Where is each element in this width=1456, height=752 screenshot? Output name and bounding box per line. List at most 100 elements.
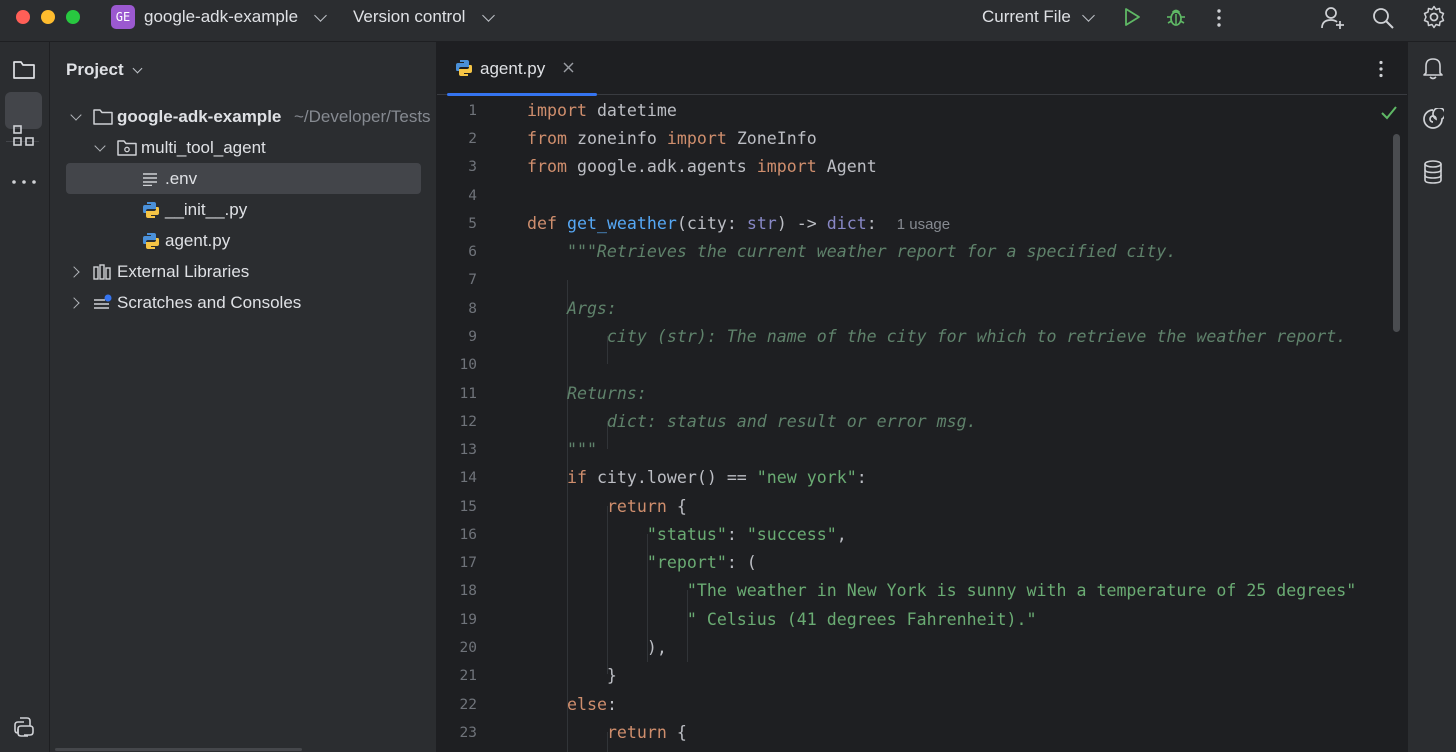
code-line[interactable]: return { (527, 493, 687, 521)
structure-icon[interactable] (13, 125, 35, 147)
search-icon[interactable] (1371, 6, 1395, 30)
left-tool-strip (0, 42, 50, 752)
code-line[interactable]: return { (527, 719, 687, 747)
notifications-bell-icon[interactable] (1422, 56, 1444, 80)
tree-item-label: __init__.py (165, 200, 248, 219)
debug-icon[interactable] (1165, 6, 1187, 28)
version-control-button[interactable]: Version control (353, 7, 465, 27)
line-number[interactable]: 19 (437, 612, 477, 628)
line-number[interactable]: 23 (437, 725, 477, 741)
line-number[interactable]: 22 (437, 697, 477, 713)
editor-tab-bar: agent.py (437, 42, 1407, 96)
line-number[interactable]: 21 (437, 668, 477, 684)
line-number[interactable]: 11 (437, 386, 477, 402)
add-user-icon[interactable] (1320, 5, 1346, 31)
code-line[interactable]: " Celsius (41 degrees Fahrenheit)." (527, 606, 1037, 634)
code-line[interactable]: from zoneinfo import ZoneInfo (527, 125, 817, 153)
line-number[interactable]: 9 (437, 329, 477, 345)
horizontal-scrollbar[interactable] (55, 748, 302, 751)
code-line[interactable]: else: (527, 691, 617, 719)
code-line[interactable]: "report": ( (527, 549, 757, 577)
line-number[interactable]: 1 (437, 103, 477, 119)
tab-agent-py[interactable]: agent.py (445, 42, 597, 96)
close-tab-icon[interactable] (563, 62, 574, 73)
project-name-button[interactable]: google-adk-example (144, 7, 298, 27)
no-problems-check-icon[interactable] (1381, 106, 1397, 120)
code-line[interactable]: """Retrieves the current weather report … (527, 238, 1176, 266)
line-number[interactable]: 16 (437, 527, 477, 543)
active-tab-indicator (447, 93, 597, 96)
code-line[interactable]: Args: (527, 295, 617, 323)
chevron-right-icon[interactable] (68, 297, 80, 309)
vertical-scrollbar-thumb[interactable] (1393, 134, 1400, 332)
more-actions-icon[interactable] (1212, 8, 1226, 28)
minimize-window-button[interactable] (41, 10, 55, 24)
tree-selection-highlight (66, 163, 421, 194)
folder-icon (93, 108, 113, 125)
line-number[interactable]: 7 (437, 272, 477, 288)
line-number[interactable]: 17 (437, 555, 477, 571)
code-line[interactable]: dict: status and result or error msg. (527, 408, 977, 436)
python-packages-icon[interactable] (12, 715, 36, 739)
zoom-window-button[interactable] (66, 10, 80, 24)
title-bar: GE google-adk-example Version control Cu… (0, 0, 1456, 42)
code-line[interactable]: if city.lower() == "new york": (527, 464, 867, 492)
tab-label: agent.py (480, 59, 546, 78)
chevron-right-icon[interactable] (68, 266, 80, 278)
line-number[interactable]: 4 (437, 188, 477, 204)
run-icon[interactable] (1122, 7, 1142, 27)
code-line[interactable]: } (527, 662, 617, 690)
project-chevron-down-icon[interactable] (314, 9, 327, 22)
folder-icon[interactable] (12, 59, 36, 81)
line-number[interactable]: 8 (437, 301, 477, 317)
python-file-icon (142, 232, 160, 250)
tree-item-label: .env (165, 169, 198, 188)
line-number[interactable]: 2 (437, 131, 477, 147)
python-file-icon (455, 59, 473, 77)
line-number[interactable]: 18 (437, 583, 477, 599)
more-tools-icon[interactable] (11, 178, 37, 186)
tree-item-path: ~/Developer/Tests (294, 107, 431, 126)
line-number[interactable]: 14 (437, 470, 477, 486)
package-folder-icon (117, 139, 137, 156)
vcs-chevron-down-icon[interactable] (482, 9, 495, 22)
code-line[interactable]: city (str): The name of the city for whi… (527, 323, 1346, 351)
line-number[interactable]: 20 (437, 640, 477, 656)
run-config-chevron-down-icon[interactable] (1082, 9, 1095, 22)
code-line[interactable]: "status": "success", (527, 521, 847, 549)
editor-more-icon[interactable] (1376, 60, 1386, 78)
project-badge[interactable]: GE (111, 5, 135, 29)
line-number[interactable]: 10 (437, 357, 477, 373)
code-line[interactable]: """ (527, 436, 597, 464)
tree-item-label: Scratches and Consoles (117, 293, 302, 312)
chevron-down-icon[interactable] (94, 140, 106, 152)
scratches-icon (93, 294, 113, 312)
code-line[interactable]: Returns: (527, 380, 647, 408)
tree-item-label: External Libraries (117, 262, 250, 281)
project-panel-title[interactable]: Project (66, 60, 124, 80)
code-line[interactable]: import datetime (527, 97, 677, 125)
line-number[interactable]: 5 (437, 216, 477, 232)
tree-item-label: multi_tool_agent (141, 138, 266, 157)
line-number[interactable]: 15 (437, 499, 477, 515)
right-tool-strip (1407, 42, 1456, 752)
database-icon[interactable] (1422, 160, 1444, 184)
code-line[interactable]: ), (527, 634, 667, 662)
ai-assistant-icon[interactable] (1422, 108, 1444, 130)
usages-inlay-hint[interactable]: 1 usage (897, 216, 950, 233)
tree-item-label: google-adk-example (117, 107, 282, 126)
line-number[interactable]: 13 (437, 442, 477, 458)
project-panel: Project google-adk-example ~/Developer/T… (50, 42, 437, 752)
chevron-down-icon[interactable] (70, 109, 82, 121)
code-line[interactable]: "The weather in New York is sunny with a… (527, 577, 1356, 605)
run-config-selector[interactable]: Current File (982, 7, 1071, 27)
tree-item-label: agent.py (165, 231, 231, 250)
code-line[interactable]: from google.adk.agents import Agent (527, 153, 877, 181)
line-number[interactable]: 3 (437, 159, 477, 175)
code-line[interactable]: def get_weather(city: str) -> dict: 1 us… (527, 210, 950, 238)
line-number[interactable]: 12 (437, 414, 477, 430)
line-number[interactable]: 6 (437, 244, 477, 260)
project-view-chevron-down-icon[interactable] (132, 63, 143, 74)
settings-gear-icon[interactable] (1422, 5, 1446, 29)
close-window-button[interactable] (16, 10, 30, 24)
